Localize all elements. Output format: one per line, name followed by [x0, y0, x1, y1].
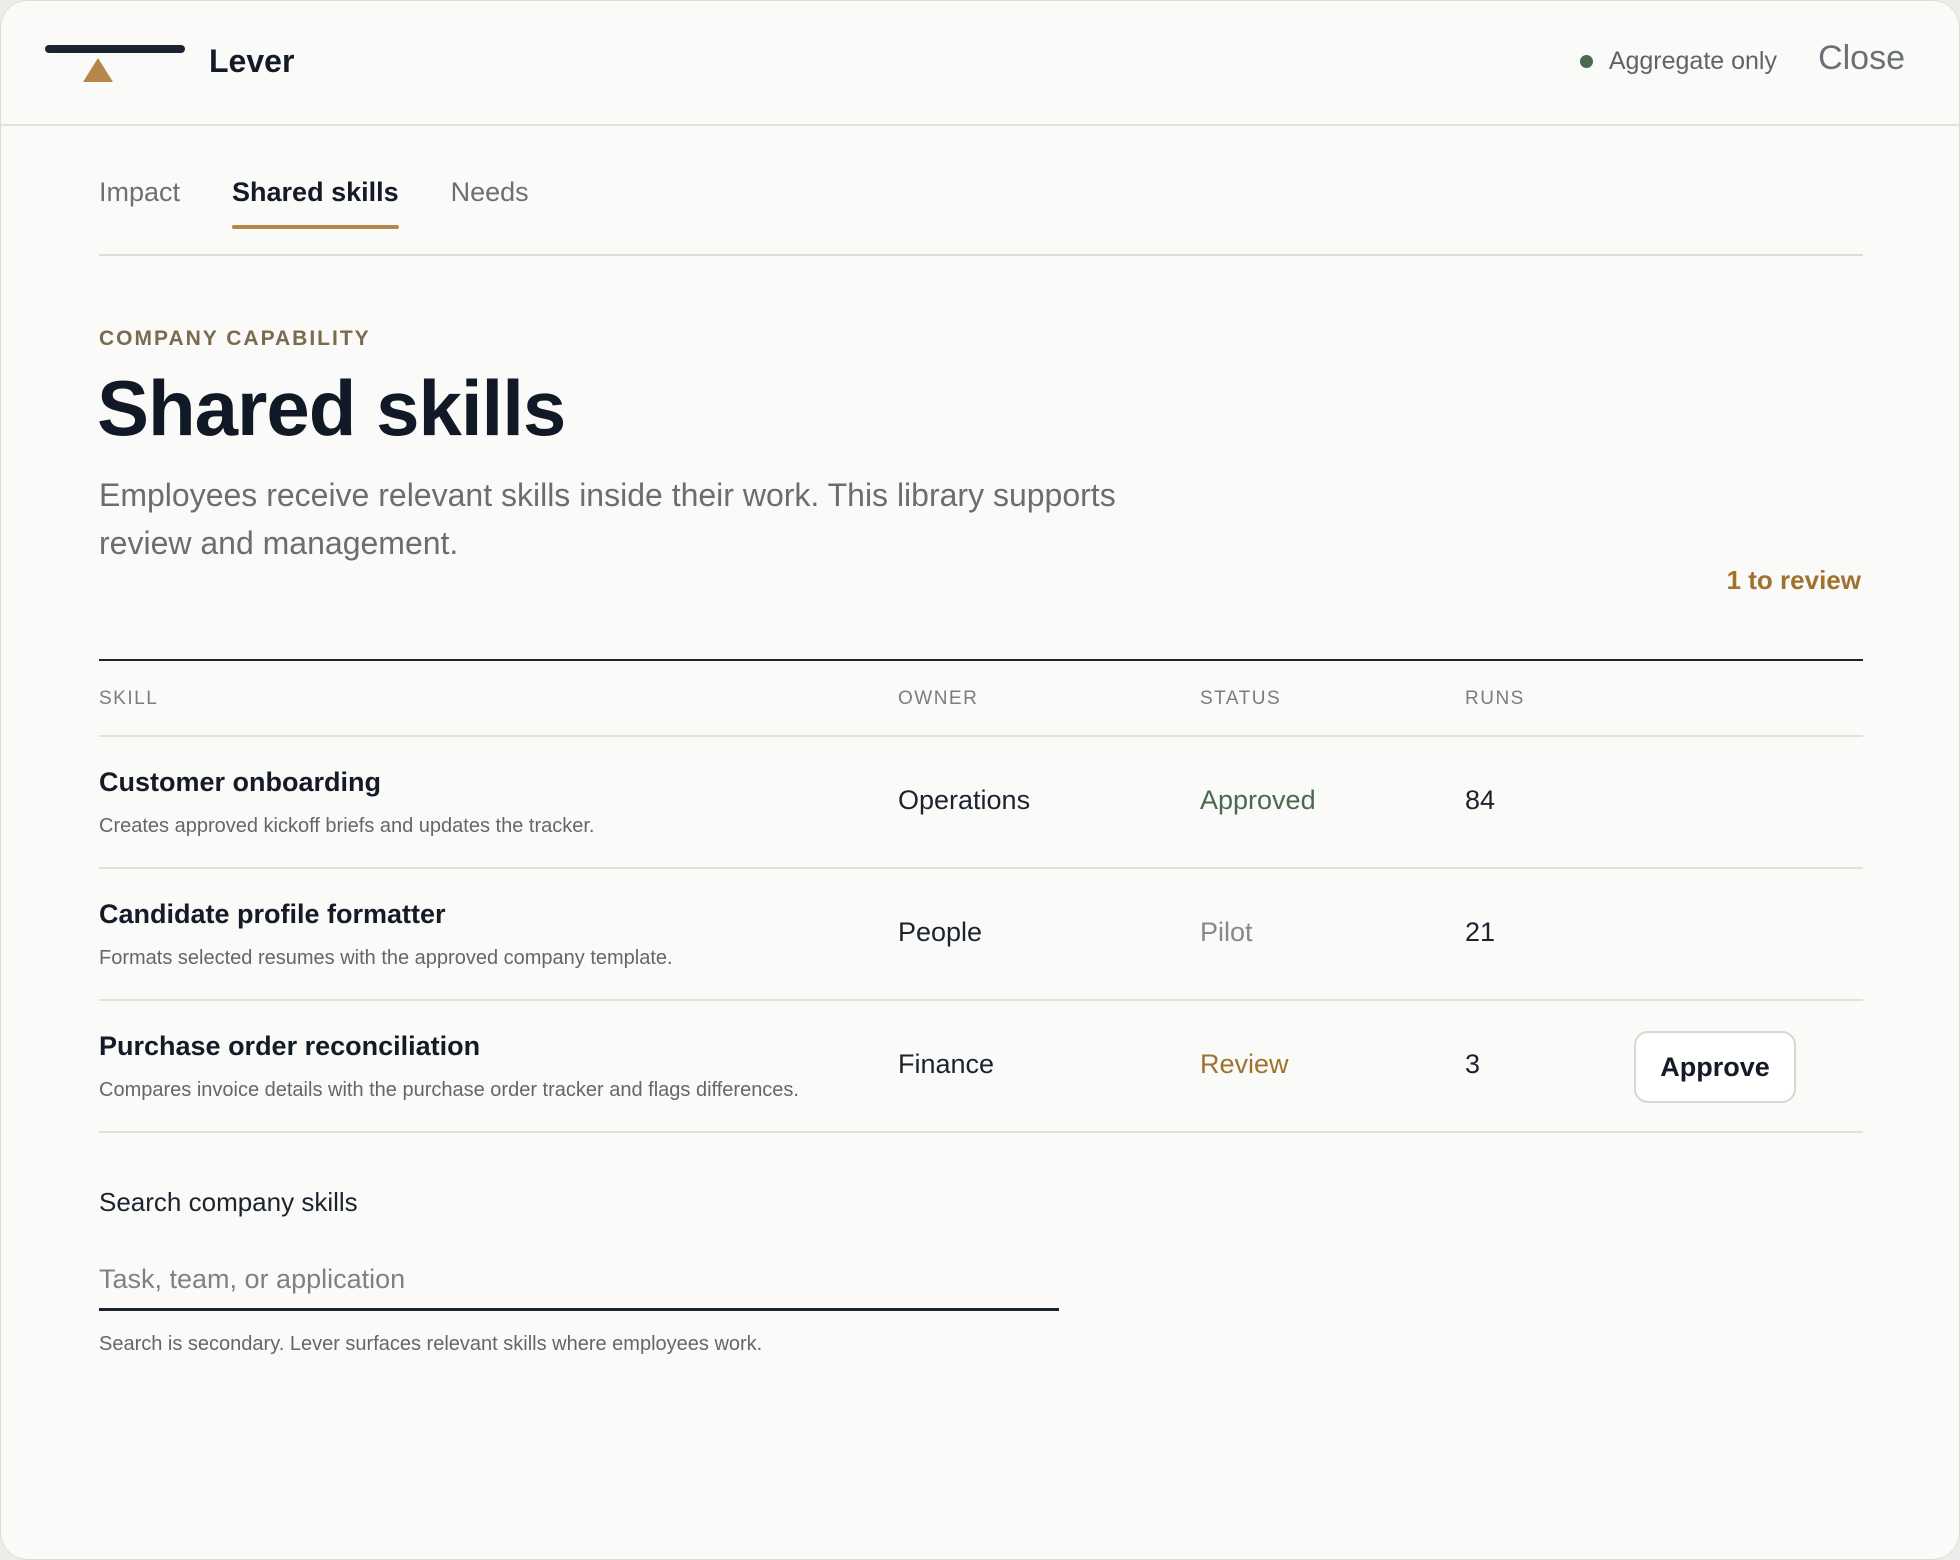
top-bar: Lever Aggregate only Close [1, 1, 1959, 126]
tab-impact[interactable]: Impact [99, 177, 180, 229]
skill-owner: Operations [898, 785, 1031, 815]
tab-bar: Impact Shared skills Needs [99, 177, 529, 229]
lever-logo-icon [45, 45, 185, 85]
page-title: Shared skills [97, 364, 566, 452]
status-badge: Pilot [1200, 917, 1253, 947]
skill-description: Formats selected resumes with the approv… [99, 947, 673, 969]
section-eyebrow: COMPANY CAPABILITY [99, 327, 371, 350]
skill-description: Compares invoice details with the purcha… [99, 1079, 799, 1101]
column-header-skill: SKILL [99, 688, 159, 709]
skills-table: SKILL OWNER STATUS RUNS Customer onboard… [99, 659, 1863, 1133]
search-label: Search company skills [99, 1187, 358, 1217]
column-header-status: STATUS [1200, 688, 1282, 709]
privacy-indicator: Aggregate only [1579, 47, 1777, 76]
review-count-link[interactable]: 1 to review [1727, 565, 1861, 596]
approve-button[interactable]: Approve [1634, 1031, 1796, 1103]
column-header-owner: OWNER [898, 688, 979, 709]
skill-name: Candidate profile formatter [99, 899, 446, 929]
status-badge: Approved [1200, 785, 1316, 815]
close-button[interactable]: Close [1818, 39, 1905, 78]
privacy-label: Aggregate only [1608, 47, 1777, 75]
page-description: Employees receive relevant skills inside… [99, 477, 1116, 561]
skill-runs: 84 [1465, 785, 1496, 815]
table-header: SKILL OWNER STATUS RUNS [99, 659, 1863, 737]
table-row[interactable]: Purchase order reconciliation Compares i… [99, 1001, 1863, 1133]
tab-needs[interactable]: Needs [451, 177, 529, 229]
tabs-divider [99, 254, 1863, 256]
app-window: Lever Aggregate only Close Impact Shared… [0, 0, 1960, 1560]
tab-shared-skills[interactable]: Shared skills [232, 177, 399, 229]
table-row[interactable]: Customer onboarding Creates approved kic… [99, 737, 1863, 869]
skill-owner: People [898, 917, 983, 947]
app-name: Lever [209, 43, 295, 79]
skill-runs: 3 [1465, 1049, 1481, 1079]
skill-owner: Finance [898, 1049, 995, 1079]
table-row[interactable]: Candidate profile formatter Formats sele… [99, 869, 1863, 1001]
search-hint: Search is secondary. Lever surfaces rele… [99, 1333, 763, 1355]
search-input[interactable] [99, 1251, 1059, 1311]
skill-description: Creates approved kickoff briefs and upda… [99, 815, 595, 837]
column-header-runs: RUNS [1465, 688, 1525, 709]
skill-name: Customer onboarding [99, 767, 381, 797]
skill-name: Purchase order reconciliation [99, 1031, 481, 1061]
status-dot-icon [1579, 55, 1593, 68]
status-badge: Review [1200, 1049, 1289, 1079]
skill-runs: 21 [1465, 917, 1496, 947]
